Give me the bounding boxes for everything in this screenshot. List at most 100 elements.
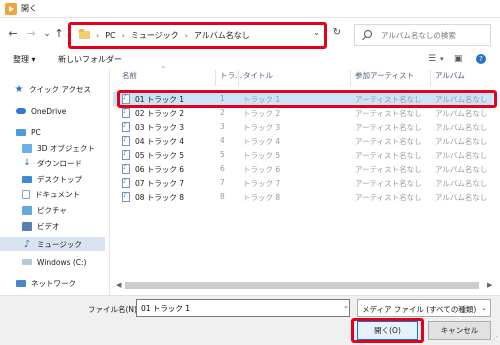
track-artist: アーティスト名なし (355, 109, 422, 118)
sidebar-item-label: ネットワーク (31, 278, 76, 288)
up-arrow-icon[interactable]: ↑ (52, 27, 66, 41)
forward-arrow-icon[interactable]: → (24, 27, 38, 41)
title-bar: 開く (0, 0, 500, 18)
column-header-album[interactable]: アルバム (435, 70, 465, 81)
sidebar-item-label: ダウンロード (37, 158, 82, 168)
column-divider[interactable] (238, 70, 239, 86)
cube-icon (22, 143, 32, 153)
track-artist: アーティスト名なし (355, 165, 422, 174)
sidebar-item-label: 3D オブジェクト (37, 143, 95, 153)
file-row[interactable]: 04 トラック 4 4 トラック 4 アーティスト名なし アルバム名なし (113, 134, 493, 148)
audio-file-icon (122, 178, 130, 188)
track-artist: アーティスト名なし (355, 193, 422, 202)
sidebar-item-network[interactable]: ネットワーク (0, 276, 105, 290)
column-header-title[interactable]: タイトル (243, 70, 273, 81)
sidebar-item-label: クイック アクセス (29, 84, 92, 94)
sidebar-item-label: ビデオ (37, 221, 60, 231)
filename-dropdown-chevron-icon[interactable]: ⌄ (343, 302, 349, 310)
file-row[interactable]: 08 トラック 8 8 トラック 8 アーティスト名なし アルバム名なし (113, 190, 493, 204)
sidebar-item-videos[interactable]: ビデオ (0, 219, 105, 233)
sidebar-item-pictures[interactable]: ピクチャ (0, 203, 105, 217)
sidebar-item-music[interactable]: ♪ ミュージック (0, 237, 105, 251)
audio-file-icon (122, 122, 130, 132)
file-name: 04 トラック 4 (135, 137, 185, 146)
sidebar-item-downloads[interactable]: ↓ ダウンロード (0, 156, 105, 170)
resize-grip-icon[interactable]: ⋰ (491, 335, 498, 343)
scroll-right-icon[interactable]: ▶ (487, 281, 492, 289)
help-icon[interactable]: ? (476, 54, 486, 64)
horizontal-scrollbar[interactable]: ◀ ▶ (113, 279, 500, 292)
desktop-icon (22, 175, 32, 183)
star-icon: ★ (14, 83, 24, 95)
toolbar: 整理 ▾ 新しいフォルダー ☰ ▾ ▣ ? (0, 52, 500, 68)
scrollbar-thumb[interactable] (125, 282, 479, 289)
sidebar-item-label: ドキュメント (35, 189, 80, 199)
audio-file-icon (122, 136, 130, 146)
dialog-footer: ファイル名(N): ⌄ メディア ファイル (すべての種類) ⌄ 開く(O) キ… (0, 295, 500, 345)
organize-menu-button[interactable]: 整理 ▾ (13, 54, 36, 65)
track-title: トラック 2 (243, 109, 281, 118)
sort-ascending-icon: ^ (161, 66, 167, 73)
view-options-chevron-icon[interactable]: ▾ (440, 55, 444, 63)
track-title: トラック 6 (243, 165, 281, 174)
filename-input[interactable] (136, 299, 350, 317)
audio-file-icon (122, 108, 130, 118)
file-name: 06 トラック 6 (135, 165, 185, 174)
search-input[interactable] (381, 25, 489, 45)
file-row[interactable]: 03 トラック 3 3 トラック 3 アーティスト名なし アルバム名なし (113, 120, 493, 134)
navigation-bar: ← → ⌄ ↑ › PC › ミュージック › アルバム名なし ⌄ ↻ (0, 18, 500, 52)
track-number: 8 (220, 192, 225, 201)
column-header-artist[interactable]: 参加アーティスト (355, 70, 414, 81)
filetype-select[interactable]: メディア ファイル (すべての種類) ⌄ (357, 299, 491, 317)
track-title: トラック 3 (243, 123, 281, 132)
sidebar-item-windows-c[interactable]: Windows (C:) (0, 255, 105, 269)
column-divider[interactable] (430, 70, 431, 86)
view-options-icon[interactable]: ☰ (428, 54, 436, 64)
network-icon (16, 279, 26, 287)
file-row[interactable]: 02 トラック 2 2 トラック 2 アーティスト名なし アルバム名なし (113, 106, 493, 120)
track-title: トラック 4 (243, 137, 281, 146)
sidebar-item-onedrive[interactable]: OneDrive (0, 104, 105, 118)
file-name: 07 トラック 7 (135, 179, 185, 188)
refresh-icon[interactable]: ↻ (330, 26, 344, 40)
track-album: アルバム名なし (435, 151, 488, 160)
address-highlight-box (68, 22, 327, 49)
open-button-highlight-box (351, 318, 424, 343)
track-number: 3 (220, 122, 225, 131)
file-row[interactable]: 05 トラック 5 5 トラック 5 アーティスト名なし アルバム名なし (113, 148, 493, 162)
file-row[interactable]: 07 トラック 7 7 トラック 7 アーティスト名なし アルバム名なし (113, 176, 493, 190)
track-album: アルバム名なし (435, 123, 488, 132)
file-name: 02 トラック 2 (135, 109, 185, 118)
track-album: アルバム名なし (435, 165, 488, 174)
filetype-dropdown-chevron-icon: ⌄ (481, 304, 487, 312)
sidebar-item-label: ピクチャ (37, 205, 67, 215)
track-number: 7 (220, 178, 225, 187)
scroll-left-icon[interactable]: ◀ (116, 281, 121, 289)
sidebar-item-documents[interactable]: ドキュメント (0, 187, 105, 201)
drive-icon (22, 259, 32, 265)
track-title: トラック 7 (243, 179, 281, 188)
file-name: 05 トラック 5 (135, 151, 185, 160)
sidebar-item-label: OneDrive (31, 106, 67, 116)
track-number: 2 (220, 108, 225, 117)
file-row[interactable]: 01 トラック 1 1 トラック 1 アーティスト名なし アルバム名なし (113, 92, 493, 106)
column-header-name[interactable]: 名前 (122, 70, 137, 81)
picture-icon (22, 205, 32, 215)
track-album: アルバム名なし (435, 179, 488, 188)
filename-label: ファイル名(N): (88, 305, 140, 314)
column-divider[interactable] (215, 70, 216, 86)
cancel-button[interactable]: キャンセル (428, 321, 491, 340)
new-folder-button[interactable]: 新しいフォルダー (58, 54, 122, 65)
column-divider[interactable] (350, 70, 351, 86)
track-artist: アーティスト名なし (355, 151, 422, 160)
document-icon (22, 189, 30, 199)
sidebar-item-3d-objects[interactable]: 3D オブジェクト (0, 141, 105, 155)
sidebar-item-pc[interactable]: PC (0, 125, 105, 139)
sidebar-item-quick-access[interactable]: ★ クイック アクセス (0, 82, 105, 96)
back-arrow-icon[interactable]: ← (6, 27, 20, 41)
sidebar-item-desktop[interactable]: デスクトップ (0, 172, 105, 186)
audio-file-icon (122, 192, 130, 202)
search-box[interactable] (354, 24, 491, 46)
preview-pane-icon[interactable]: ▣ (454, 54, 463, 64)
file-row[interactable]: 06 トラック 6 6 トラック 6 アーティスト名なし アルバム名なし (113, 162, 493, 176)
